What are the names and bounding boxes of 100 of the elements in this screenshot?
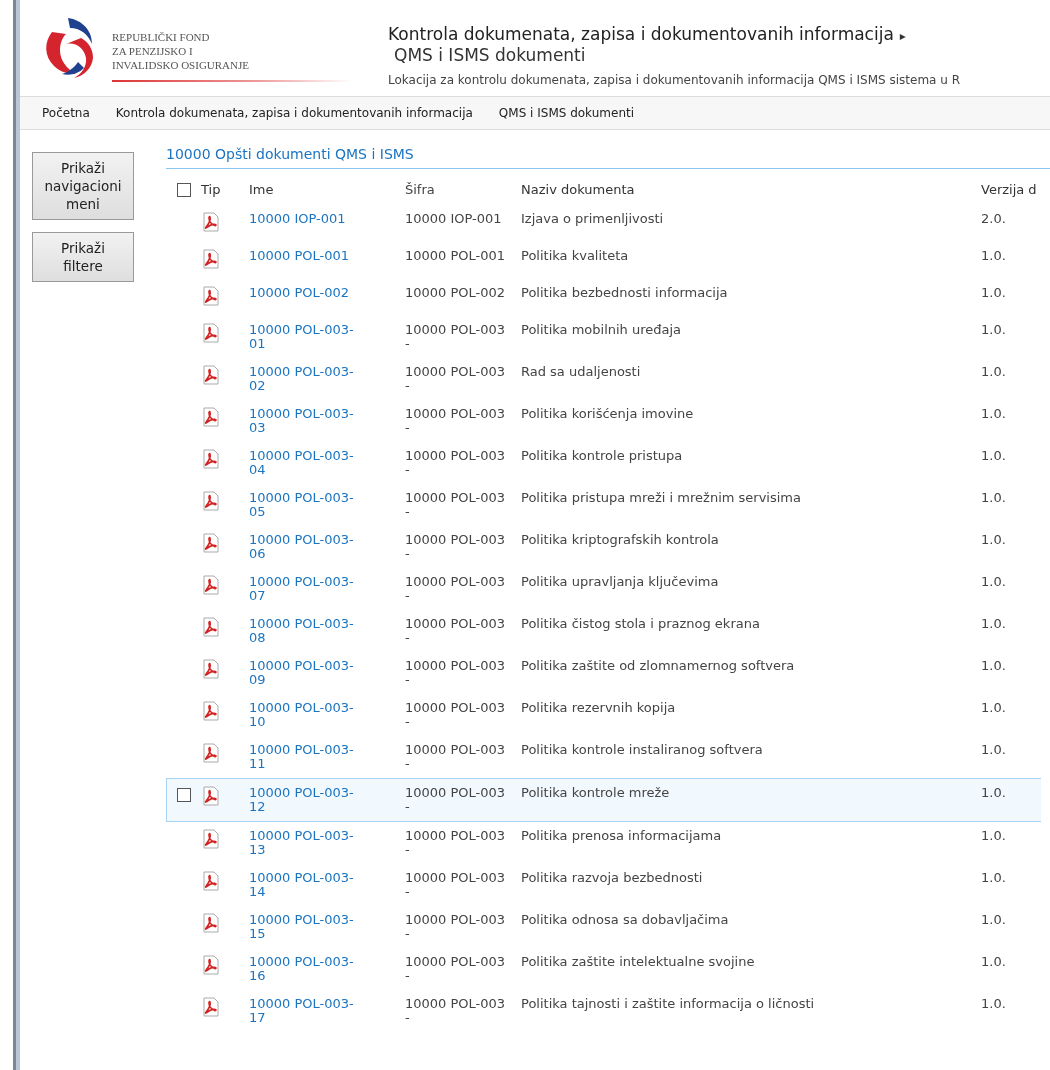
table-cell: 10000 POL-003- — [405, 913, 507, 941]
document-link[interactable]: 10000 POL-003-04 — [249, 449, 365, 477]
pdf-file-icon — [201, 701, 221, 721]
document-link[interactable]: 10000 POL-003-11 — [249, 743, 365, 771]
pdf-file-icon — [201, 743, 221, 763]
table-cell: Politika tajnosti i zaštite informacija o ličnosti — [521, 996, 815, 1011]
table-cell: 1.0. — [981, 954, 1006, 969]
table-cell: 1.0. — [981, 574, 1006, 589]
column-header[interactable]: Ime — [249, 181, 274, 197]
table-cell: Politika razvoja bezbednosti — [521, 870, 703, 885]
table-cell: Politika zaštite od zlomnamernog softvera — [521, 658, 795, 673]
document-link[interactable]: 10000 POL-003-02 — [249, 365, 365, 393]
document-link[interactable]: 10000 POL-003-10 — [249, 701, 365, 729]
document-link[interactable]: 10000 POL-003-09 — [249, 659, 365, 687]
document-link[interactable]: 10000 POL-002 — [249, 286, 365, 300]
document-link[interactable]: 10000 IOP-001 — [249, 212, 365, 226]
table-cell: 1.0. — [981, 490, 1006, 505]
document-link[interactable]: 10000 POL-003-13 — [249, 829, 365, 857]
document-link[interactable]: 10000 POL-001 — [249, 249, 365, 263]
document-link[interactable]: 10000 POL-003-17 — [249, 997, 365, 1025]
pdf-file-icon — [201, 212, 221, 232]
table-cell: 1.0. — [981, 700, 1006, 715]
column-header[interactable]: Šifra — [405, 181, 507, 197]
table-cell: 10000 POL-003- — [405, 743, 507, 771]
table-cell: 1.0. — [981, 616, 1006, 631]
table-cell: 1.0. — [981, 448, 1006, 463]
pdf-file-icon — [201, 871, 221, 891]
table-cell: 10000 POL-003- — [405, 617, 507, 645]
table-cell: Politika upravljanja ključevima — [521, 574, 719, 589]
table-cell: 10000 POL-003- — [405, 829, 507, 857]
pdf-file-icon — [201, 829, 221, 849]
pdf-file-icon — [201, 323, 221, 343]
nav-link[interactable]: QMS i ISMS dokumenti — [498, 106, 635, 120]
pdf-file-icon — [201, 575, 221, 595]
document-link[interactable]: 10000 POL-003-06 — [249, 533, 365, 561]
toggle-button[interactable]: Prikaži navigacioni meni — [32, 152, 134, 220]
table-cell: Politika korišćenja imovine — [521, 406, 694, 421]
pdf-file-icon — [201, 913, 221, 933]
toggle-button[interactable]: Prikaži filtere — [32, 232, 134, 282]
table-cell: Politika mobilnih uređaja — [521, 322, 682, 337]
document-link[interactable]: 10000 POL-003-08 — [249, 617, 365, 645]
table-cell: 10000 POL-003- — [405, 871, 507, 899]
pdf-file-icon — [201, 491, 221, 511]
row-checkbox[interactable] — [177, 788, 191, 802]
document-link[interactable]: 10000 POL-003-07 — [249, 575, 365, 603]
table-cell: 1.0. — [981, 532, 1006, 547]
document-link[interactable]: 10000 POL-003-15 — [249, 913, 365, 941]
table-cell: Politika pristupa mreži i mrežnim servisima — [521, 490, 801, 505]
pdf-file-icon — [201, 617, 221, 637]
column-header[interactable]: Tip — [201, 181, 221, 197]
pdf-file-icon — [201, 786, 221, 806]
table-cell: 1.0. — [981, 285, 1006, 300]
document-link[interactable]: 10000 POL-003-03 — [249, 407, 365, 435]
table-cell: 1.0. — [981, 322, 1006, 337]
table-cell: 10000 POL-003- — [405, 407, 507, 435]
parent-site-link[interactable]: Kontrola dokumenata, zapisa i dokumentovanih informacija — [388, 24, 894, 44]
table-cell: 1.0. — [981, 785, 1006, 800]
pdf-file-icon — [201, 449, 221, 469]
table-cell: 1.0. — [981, 364, 1006, 379]
table-cell: Rad sa udaljenosti — [521, 364, 641, 379]
pdf-file-icon — [201, 249, 221, 269]
table-cell: 10000 POL-003- — [405, 659, 507, 687]
table-cell: 1.0. — [981, 248, 1006, 263]
table-cell: 10000 POL-003- — [405, 786, 507, 814]
table-cell: 10000 POL-003- — [405, 701, 507, 729]
pdf-file-icon — [201, 286, 221, 306]
table-cell: Politika bezbednosti informacija — [521, 285, 728, 300]
table-cell: 10000 POL-003- — [405, 575, 507, 603]
document-link[interactable]: 10000 POL-003-05 — [249, 491, 365, 519]
select-all-checkbox[interactable] — [176, 183, 191, 197]
table-cell: 10000 POL-003- — [405, 997, 507, 1025]
table-cell: Politika rezervnih kopija — [521, 700, 676, 715]
column-header[interactable]: Naziv dokumenta — [521, 181, 635, 197]
table-cell: Politika kontrole instaliranog softvera — [521, 742, 763, 757]
table-cell: Politika kvaliteta — [521, 248, 629, 263]
logo-text: REPUBLIČKI FOND ZA PENZIJSKO I INVALIDSKO OSIGURANJE — [112, 14, 352, 82]
table-cell: Izjava o primenljivosti — [521, 211, 664, 226]
pdf-file-icon — [201, 659, 221, 679]
table-cell: Politika prenosa informacijama — [521, 828, 722, 843]
document-link[interactable]: 10000 POL-003-14 — [249, 871, 365, 899]
pdf-file-icon — [201, 955, 221, 975]
table-cell: 10000 POL-002 — [405, 286, 507, 300]
column-header[interactable]: Verzija d — [981, 181, 1037, 197]
nav-link[interactable]: Početna — [42, 106, 90, 120]
table-cell: 10000 POL-003- — [405, 955, 507, 983]
pdf-file-icon — [201, 365, 221, 385]
table-cell: 1.0. — [981, 996, 1006, 1011]
site-description: Lokacija za kontrolu dokumenata, zapisa i dokumentovanih informacija QMS i ISMS sistema u R — [388, 73, 961, 87]
table-cell: Politika kriptografskih kontrola — [521, 532, 719, 547]
document-link[interactable]: 10000 POL-003-01 — [249, 323, 365, 351]
table-cell: Politika kontrole pristupa — [521, 448, 683, 463]
table-cell: Politika kontrole mreže — [521, 785, 670, 800]
list-title[interactable]: 10000 Opšti dokumenti QMS i ISMS — [166, 140, 1050, 169]
document-link[interactable]: 10000 POL-003-16 — [249, 955, 365, 983]
pdf-file-icon — [201, 407, 221, 427]
nav-link[interactable]: Kontrola dokumenata, zapisa i dokumentovanih informacija — [115, 106, 473, 120]
table-cell: 1.0. — [981, 658, 1006, 673]
table-cell: Politika zaštite intelektualne svojine — [521, 954, 755, 969]
table-cell: 1.0. — [981, 406, 1006, 421]
pdf-file-icon — [201, 997, 221, 1017]
